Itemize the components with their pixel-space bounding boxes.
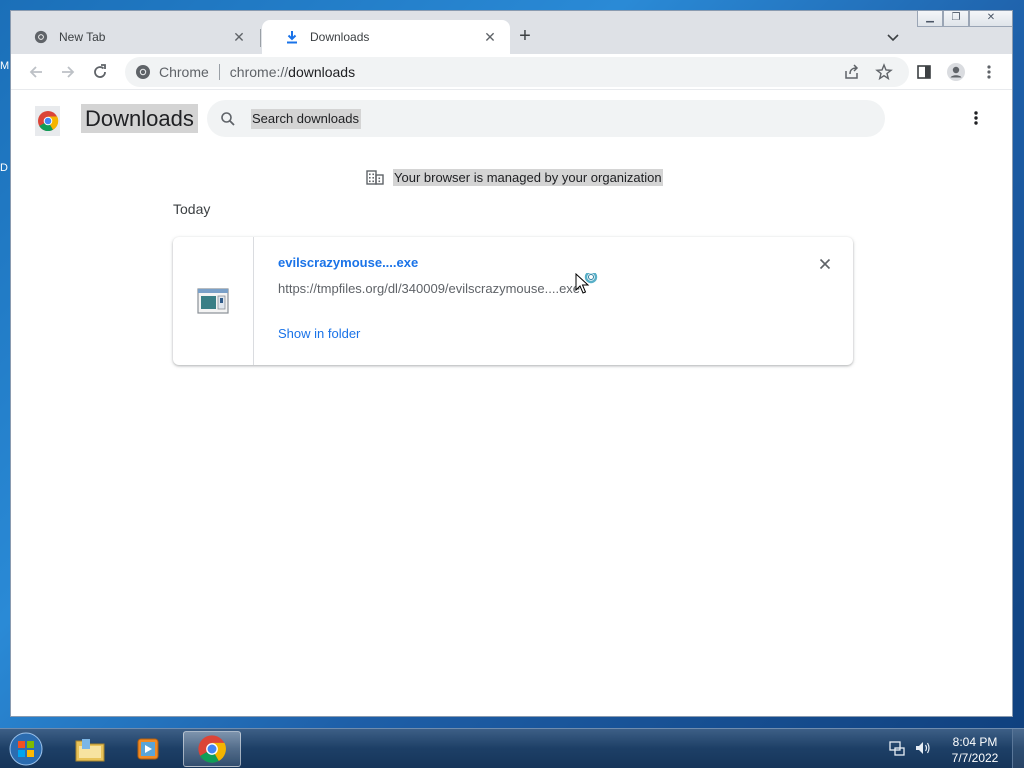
taskbar-chrome[interactable] bbox=[183, 731, 241, 767]
tab-downloads[interactable]: Downloads ✕ bbox=[262, 20, 510, 54]
chrome-icon bbox=[136, 65, 150, 79]
clock-date: 7/7/2022 bbox=[951, 751, 999, 765]
share-icon bbox=[845, 64, 859, 79]
tab-title: Downloads bbox=[310, 30, 370, 44]
star-icon bbox=[875, 63, 893, 81]
url-scheme: chrome:// bbox=[229, 64, 289, 80]
executable-file-icon bbox=[197, 288, 229, 314]
file-name-link[interactable]: evilscrazymouse....exe bbox=[278, 255, 418, 270]
start-button[interactable] bbox=[6, 731, 46, 767]
side-panel-button[interactable] bbox=[912, 60, 936, 84]
browser-window: New Tab ✕ Downloads ✕ + ▁ ❐ ✕ Chrome chr… bbox=[10, 10, 1013, 717]
close-icon bbox=[819, 258, 831, 270]
show-in-folder-link[interactable]: Show in folder bbox=[278, 326, 360, 341]
tab-strip: New Tab ✕ Downloads ✕ + ▁ ❐ ✕ bbox=[11, 11, 1012, 54]
clock-time: 8:04 PM bbox=[952, 735, 998, 749]
show-desktop-button[interactable] bbox=[1012, 729, 1024, 768]
building-icon bbox=[366, 170, 384, 185]
managed-notice-text: Your browser is managed by your organiza… bbox=[393, 168, 663, 186]
taskbar: 8:04 PM 7/7/2022 bbox=[0, 728, 1024, 768]
url-host: downloads bbox=[288, 64, 356, 80]
system-tray bbox=[888, 739, 932, 757]
download-item: evilscrazymouse....exe https://tmpfiles.… bbox=[173, 237, 853, 365]
new-tab-button[interactable]: + bbox=[513, 25, 537, 49]
windows-start-icon bbox=[9, 732, 43, 766]
tab-close-button[interactable]: ✕ bbox=[231, 29, 247, 45]
minimize-button[interactable]: ▁ bbox=[917, 11, 943, 27]
system-clock[interactable]: 8:04 PM 7/7/2022 bbox=[940, 734, 1010, 766]
window-controls: ▁ ❐ ✕ bbox=[917, 11, 1012, 29]
chevron-down-icon bbox=[887, 34, 899, 42]
chrome-menu-button[interactable] bbox=[977, 60, 1001, 84]
tab-search-button[interactable] bbox=[883, 27, 903, 47]
file-icon-column bbox=[173, 237, 254, 365]
profile-button[interactable] bbox=[944, 60, 968, 84]
taskbar-media-player[interactable] bbox=[120, 731, 178, 767]
back-button[interactable] bbox=[24, 60, 48, 84]
avatar-icon bbox=[947, 63, 965, 81]
close-window-button[interactable]: ✕ bbox=[969, 11, 1012, 27]
date-header: Today bbox=[173, 201, 211, 217]
arrow-right-icon bbox=[62, 66, 75, 78]
more-vert-icon bbox=[987, 65, 991, 79]
taskbar-explorer[interactable] bbox=[61, 731, 119, 767]
tab-title: New Tab bbox=[59, 30, 106, 44]
side-panel-icon bbox=[917, 65, 931, 79]
tab-separator bbox=[260, 29, 261, 47]
page-title: Downloads bbox=[81, 104, 198, 133]
bookmark-button[interactable] bbox=[872, 60, 896, 84]
media-player-icon bbox=[137, 738, 159, 760]
file-source-url[interactable]: https://tmpfiles.org/dl/340009/evilscraz… bbox=[278, 281, 580, 296]
more-vert-icon bbox=[974, 111, 978, 125]
search-bar bbox=[207, 100, 885, 137]
maximize-button[interactable]: ❐ bbox=[943, 11, 969, 27]
address-bar[interactable]: Chrome chrome://downloads bbox=[125, 57, 909, 87]
search-input[interactable] bbox=[251, 108, 361, 129]
share-button[interactable] bbox=[840, 60, 864, 84]
chrome-icon bbox=[198, 735, 226, 763]
download-icon bbox=[284, 29, 300, 45]
tab-new-tab[interactable]: New Tab ✕ bbox=[11, 20, 259, 54]
reload-button[interactable] bbox=[88, 60, 112, 84]
arrow-left-icon bbox=[29, 66, 42, 78]
reload-icon bbox=[94, 64, 106, 78]
omnibox-divider bbox=[218, 64, 220, 80]
more-actions-button[interactable] bbox=[966, 106, 986, 130]
tab-close-button[interactable]: ✕ bbox=[482, 29, 498, 45]
forward-button[interactable] bbox=[56, 60, 80, 84]
volume-icon[interactable] bbox=[914, 739, 932, 757]
mouse-cursor bbox=[575, 270, 605, 300]
chrome-icon bbox=[33, 29, 49, 45]
site-chip: Chrome bbox=[159, 64, 209, 80]
remove-download-button[interactable] bbox=[815, 254, 835, 274]
chrome-logo-icon bbox=[35, 106, 60, 136]
downloads-page: Downloads Your browser is managed by you… bbox=[11, 91, 1012, 716]
folder-icon bbox=[75, 739, 105, 762]
search-icon[interactable] bbox=[219, 110, 237, 128]
managed-notice[interactable]: Your browser is managed by your organiza… bbox=[365, 167, 663, 187]
browser-toolbar: Chrome chrome://downloads bbox=[11, 54, 1012, 90]
network-icon[interactable] bbox=[888, 739, 906, 757]
